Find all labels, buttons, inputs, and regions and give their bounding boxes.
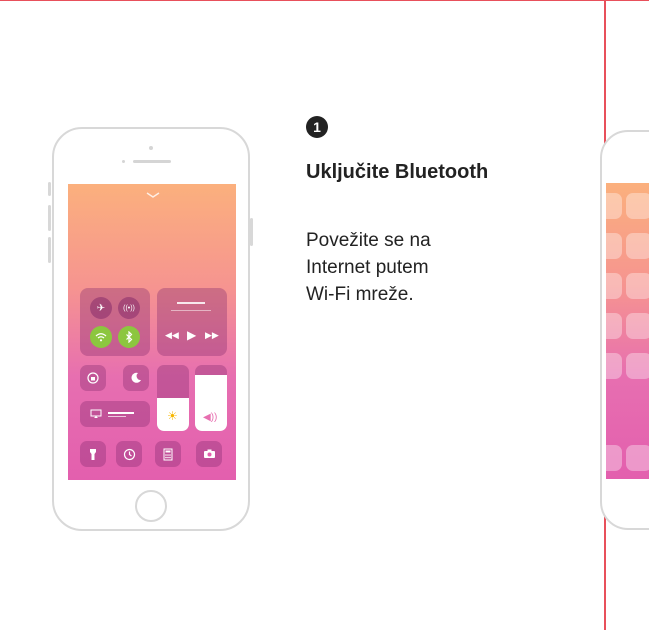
rewind-icon[interactable]: ◀◀ bbox=[165, 330, 179, 341]
fast-forward-icon[interactable]: ▶▶ bbox=[205, 330, 219, 341]
step-number-badge: 1 bbox=[306, 116, 328, 138]
cellular-icon[interactable]: ((•)) bbox=[118, 297, 140, 319]
description-line: Internet putem bbox=[306, 257, 429, 278]
iphone-illustration: ✈ ((•)) ◀◀ ▶ ▶▶ ☀ ◀)) bbox=[52, 127, 250, 531]
bluetooth-icon[interactable] bbox=[118, 326, 140, 348]
app-icon bbox=[626, 193, 649, 219]
sensor-dot bbox=[122, 160, 125, 163]
rotation-lock-icon[interactable] bbox=[80, 365, 106, 391]
home-screen-partial bbox=[606, 183, 649, 479]
app-icon bbox=[606, 273, 622, 299]
step-title: Uključite Bluetooth bbox=[306, 161, 489, 183]
home-button bbox=[135, 490, 167, 522]
earpiece-speaker bbox=[133, 160, 171, 163]
chevron-down-icon bbox=[146, 192, 160, 198]
app-icon bbox=[626, 233, 649, 259]
volume-slider[interactable]: ◀)) bbox=[195, 365, 227, 431]
description-line: Wi-Fi mreže. bbox=[306, 284, 414, 305]
app-icon bbox=[626, 353, 649, 379]
step-description: Povežite se na Internet putem Wi-Fi mrež… bbox=[306, 227, 506, 308]
description-line: Povežite se na bbox=[306, 230, 431, 251]
track-bar bbox=[177, 302, 205, 304]
calculator-icon[interactable] bbox=[155, 441, 181, 467]
mirroring-label-bar bbox=[108, 412, 134, 414]
screen-mirroring-tile[interactable] bbox=[80, 401, 150, 427]
dock-app-icon bbox=[606, 445, 622, 471]
volume-down-button bbox=[48, 237, 51, 263]
moon-icon[interactable] bbox=[123, 365, 149, 391]
dock-app-icon bbox=[626, 445, 649, 471]
sun-icon: ☀ bbox=[167, 409, 178, 423]
camera-icon[interactable] bbox=[196, 441, 222, 467]
top-rule bbox=[0, 0, 649, 1]
speaker-icon: ◀)) bbox=[203, 412, 218, 423]
progress-line bbox=[171, 310, 211, 311]
app-icon bbox=[606, 353, 622, 379]
volume-up-button bbox=[48, 205, 51, 231]
front-camera bbox=[149, 146, 153, 150]
timer-icon[interactable] bbox=[116, 441, 142, 467]
wifi-icon[interactable] bbox=[90, 326, 112, 348]
control-center-screen: ✈ ((•)) ◀◀ ▶ ▶▶ ☀ ◀)) bbox=[68, 184, 236, 480]
mute-switch bbox=[48, 182, 51, 196]
mirroring-sub-bar bbox=[108, 416, 126, 417]
screen-mirroring-icon bbox=[90, 409, 102, 418]
app-icon bbox=[626, 313, 649, 339]
app-icon bbox=[626, 273, 649, 299]
brightness-slider[interactable]: ☀ bbox=[157, 365, 189, 431]
app-icon bbox=[606, 313, 622, 339]
connectivity-tile: ✈ ((•)) bbox=[80, 288, 150, 356]
app-icon bbox=[606, 193, 622, 219]
music-tile: ◀◀ ▶ ▶▶ bbox=[157, 288, 227, 356]
airplane-icon[interactable]: ✈ bbox=[90, 297, 112, 319]
flashlight-icon[interactable] bbox=[80, 441, 106, 467]
play-icon[interactable]: ▶ bbox=[187, 328, 196, 342]
power-button bbox=[250, 218, 253, 246]
app-icon bbox=[606, 233, 622, 259]
